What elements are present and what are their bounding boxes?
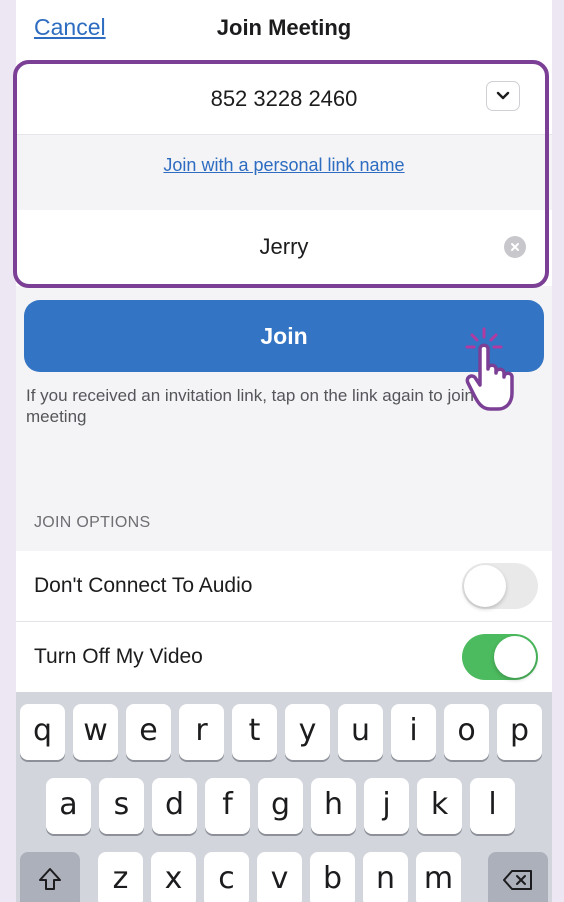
key-c[interactable]: c [204, 852, 249, 902]
personal-link-name-link[interactable]: Join with a personal link name [16, 155, 552, 176]
key-n[interactable]: n [363, 852, 408, 902]
key-j[interactable]: j [364, 778, 409, 834]
key-s[interactable]: s [99, 778, 144, 834]
key-y[interactable]: y [285, 704, 330, 760]
clear-name-button[interactable] [504, 236, 526, 258]
name-row: Jerry [16, 210, 552, 286]
personal-link-row: Join with a personal link name [16, 134, 552, 212]
option-no-audio: Don't Connect To Audio [16, 551, 552, 622]
option-video-off: Turn Off My Video [16, 622, 552, 693]
page-title: Join Meeting [216, 15, 352, 40]
key-b[interactable]: b [310, 852, 355, 902]
key-d[interactable]: d [152, 778, 197, 834]
key-f[interactable]: f [205, 778, 250, 834]
video-off-toggle[interactable] [462, 634, 538, 680]
toggle-knob [464, 565, 506, 607]
key-l[interactable]: l [470, 778, 515, 834]
key-t[interactable]: t [232, 704, 277, 760]
option-no-audio-label: Don't Connect To Audio [34, 574, 253, 597]
key-z[interactable]: z [98, 852, 143, 902]
key-k[interactable]: k [417, 778, 462, 834]
join-options-label: JOIN OPTIONS [34, 514, 151, 531]
key-r[interactable]: r [179, 704, 224, 760]
meeting-id-input[interactable]: 852 3228 2460 [16, 86, 552, 112]
key-m[interactable]: m [416, 852, 461, 902]
key-o[interactable]: o [444, 704, 489, 760]
chevron-down-icon [496, 91, 510, 100]
phone-screen: Cancel Join Meeting 852 3228 2460 Join w… [16, 0, 552, 902]
option-video-off-label: Turn Off My Video [34, 645, 203, 668]
key-w[interactable]: w [73, 704, 118, 760]
shift-key[interactable] [20, 852, 80, 902]
key-u[interactable]: u [338, 704, 383, 760]
delete-key[interactable] [488, 852, 548, 902]
header: Cancel Join Meeting [16, 0, 552, 58]
toggle-knob [494, 636, 536, 678]
key-q[interactable]: q [20, 704, 65, 760]
key-v[interactable]: v [257, 852, 302, 902]
shift-icon [39, 868, 61, 890]
name-input[interactable]: Jerry [16, 234, 552, 260]
key-p[interactable]: p [497, 704, 542, 760]
key-e[interactable]: e [126, 704, 171, 760]
backspace-icon [503, 870, 532, 890]
meeting-id-row: 852 3228 2460 [16, 58, 552, 134]
pointer-hand-icon [465, 327, 514, 411]
invitation-hint: If you received an invitation link, tap … [26, 386, 503, 426]
key-h[interactable]: h [311, 778, 356, 834]
clear-icon [511, 243, 519, 251]
key-g[interactable]: g [258, 778, 303, 834]
key-i[interactable]: i [391, 704, 436, 760]
no-audio-toggle[interactable] [462, 563, 538, 609]
meeting-history-dropdown[interactable] [486, 81, 520, 111]
keyboard: qwertyuiop asdfghjkl zxcvbnm [16, 692, 552, 902]
key-a[interactable]: a [46, 778, 91, 834]
key-x[interactable]: x [151, 852, 196, 902]
